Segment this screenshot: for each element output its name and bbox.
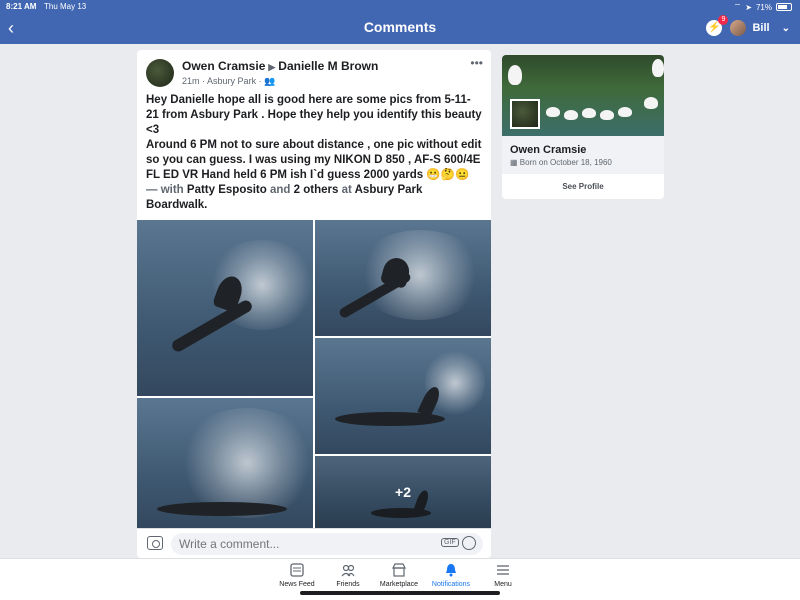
menu-icon xyxy=(497,565,509,575)
avatar xyxy=(730,20,747,36)
battery-level xyxy=(778,5,787,9)
messenger-badge: 9 xyxy=(718,15,729,25)
comment-bar: GIF xyxy=(137,528,491,558)
post-author-line: Owen Cramsie ▶ Danielle M Brown xyxy=(182,59,378,73)
battery-icon xyxy=(776,3,792,11)
user-name: Bill xyxy=(752,22,770,34)
whale-photo-1[interactable] xyxy=(137,220,313,396)
tagged-others[interactable]: 2 others xyxy=(294,184,339,196)
status-date: Thu May 13 xyxy=(44,2,87,11)
target-name[interactable]: Danielle M Brown xyxy=(278,59,378,73)
tab-label: News Feed xyxy=(279,581,315,588)
more-photos-overlay[interactable]: +2 xyxy=(315,456,491,528)
post-meta: 21m · Asbury Park · 👥 xyxy=(182,76,276,86)
whale-photo-3[interactable] xyxy=(315,338,491,454)
post-time[interactable]: 21m xyxy=(182,76,200,86)
see-profile-button[interactable]: See Profile xyxy=(502,174,664,199)
tab-label: Notifications xyxy=(431,581,471,588)
post-card: Owen Cramsie ▶ Danielle M Brown 21m · Asbu… xyxy=(137,50,491,558)
tab-notifications[interactable]: Notifications xyxy=(426,563,476,588)
status-time: 8:21 AM xyxy=(6,2,37,11)
wifi-icon: ⌔ xyxy=(733,2,742,11)
gif-icon[interactable]: GIF xyxy=(441,538,459,547)
friends-audience-icon: 👥 xyxy=(264,76,276,86)
whale-photo-2[interactable] xyxy=(315,220,491,336)
comment-input[interactable] xyxy=(171,533,483,555)
whale-photo-4[interactable] xyxy=(137,398,313,528)
news-feed-icon xyxy=(290,563,304,577)
post-text-details: Around 6 PM not to sure about distance ,… xyxy=(146,139,482,211)
bell-icon xyxy=(446,564,456,577)
tab-friends[interactable]: Friends xyxy=(323,563,373,588)
nav-right: ⚡ 9 Bill ⌄ xyxy=(706,15,790,38)
location-icon: ➤ xyxy=(745,2,752,12)
tab-news-feed[interactable]: News Feed xyxy=(272,563,322,588)
chevron-down-icon[interactable]: ⌄ xyxy=(782,23,790,34)
profile-card: Owen Cramsie ▦ Born on October 18, 1960 … xyxy=(502,55,664,199)
more-options-icon[interactable]: ••• xyxy=(470,56,483,70)
smile-icon[interactable] xyxy=(462,536,476,550)
author-avatar[interactable] xyxy=(146,59,174,87)
status-bar: 8:21 AM Thu May 13 ⌔ ➤ 71% xyxy=(0,0,800,14)
top-header: 8:21 AM Thu May 13 ⌔ ➤ 71% ‹ Comments ⚡ … xyxy=(0,0,800,44)
status-right: ⌔ ➤ 71% xyxy=(734,2,792,12)
tab-marketplace[interactable]: Marketplace xyxy=(374,563,424,588)
emoji-icons: 😬🤔😐 xyxy=(426,169,470,181)
user-menu[interactable]: Bill ⌄ xyxy=(730,20,790,36)
post-location[interactable]: Asbury Park xyxy=(207,76,256,86)
battery-percent: 71% xyxy=(755,2,772,12)
friends-icon xyxy=(341,564,355,577)
tab-menu[interactable]: Menu xyxy=(478,563,528,588)
page-title: Comments xyxy=(363,19,437,35)
profile-info: Owen Cramsie ▦ Born on October 18, 1960 xyxy=(502,136,664,174)
messenger-icon[interactable]: ⚡ 9 xyxy=(706,15,729,36)
calendar-icon: ▦ xyxy=(510,158,518,167)
post-text: Hey Danielle hope all is good here are s… xyxy=(146,93,482,213)
profile-avatar[interactable] xyxy=(510,99,540,129)
arrow-right-icon: ▶ xyxy=(268,62,276,72)
tab-label: Menu xyxy=(494,581,512,588)
whale-photo-5[interactable]: +2 xyxy=(315,456,491,528)
camera-icon[interactable] xyxy=(147,536,163,550)
profile-name[interactable]: Owen Cramsie xyxy=(510,144,586,156)
marketplace-icon xyxy=(392,563,406,577)
tab-label: Marketplace xyxy=(379,581,419,588)
tagged-person[interactable]: Patty Esposito xyxy=(187,184,267,196)
post-text-main: Hey Danielle hope all is good here are s… xyxy=(146,94,482,136)
tab-label: Friends xyxy=(336,581,360,588)
profile-born: ▦ Born on October 18, 1960 xyxy=(510,158,612,167)
home-indicator[interactable] xyxy=(300,591,500,595)
author-name[interactable]: Owen Cramsie xyxy=(182,59,265,73)
